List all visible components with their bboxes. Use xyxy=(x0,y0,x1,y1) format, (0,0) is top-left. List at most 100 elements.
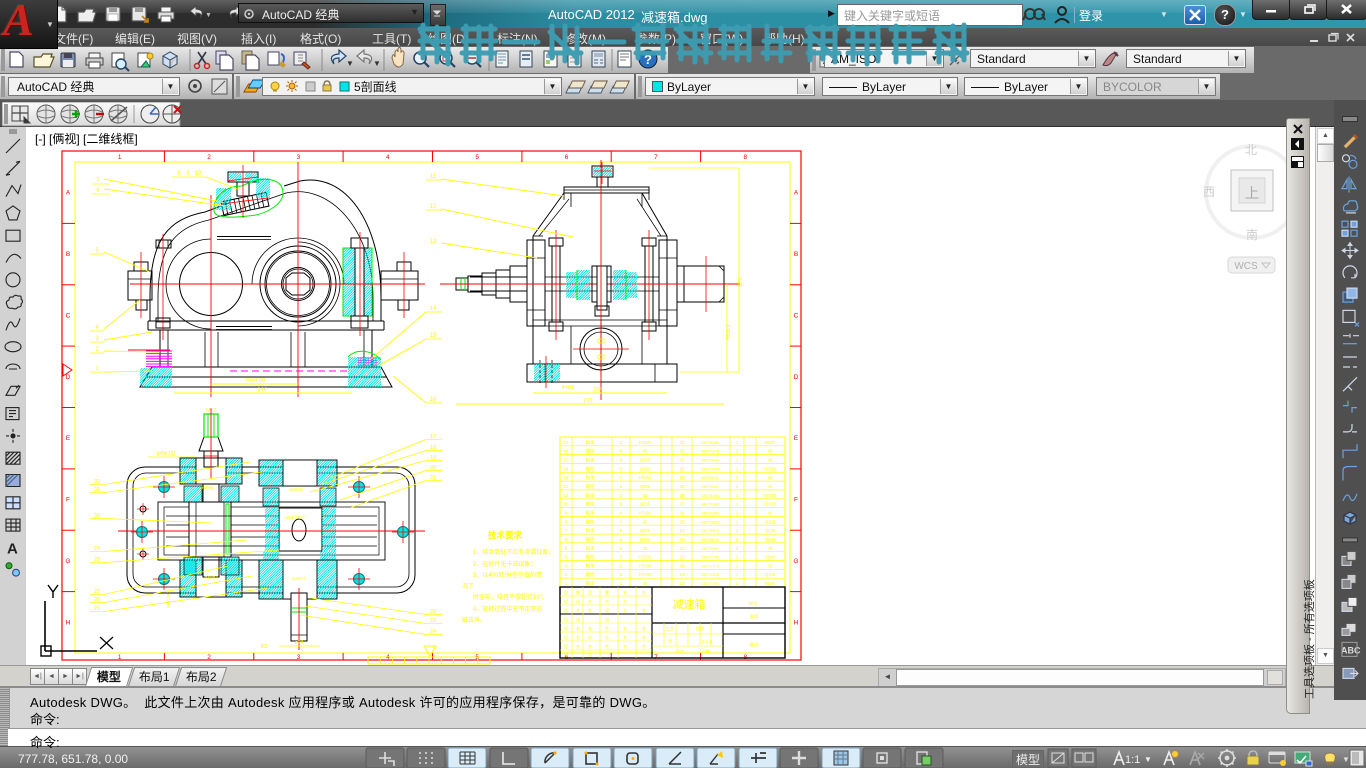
svg-text:7: 7 xyxy=(96,178,100,184)
svg-text:4: 4 xyxy=(565,555,568,560)
svg-text:4: 4 xyxy=(386,154,390,161)
svg-text:HT150: HT150 xyxy=(639,475,652,480)
svg-text:1: 1 xyxy=(620,519,623,524)
svg-text:轴承: 轴承 xyxy=(586,474,595,481)
svg-text:6: 6 xyxy=(565,537,568,542)
svg-text:4×M8: 4×M8 xyxy=(562,385,575,391)
svg-text:GB/T8986: GB/T8986 xyxy=(701,440,720,445)
svg-text:1: 1 xyxy=(736,511,739,516)
svg-text:C: C xyxy=(794,312,799,319)
svg-text:名: 名 xyxy=(576,625,580,631)
svg-text:名: 名 xyxy=(642,589,646,595)
svg-text:GB/T8641: GB/T8641 xyxy=(701,475,720,480)
svg-text:144: 144 xyxy=(257,387,266,393)
svg-text:32: 32 xyxy=(94,479,100,485)
svg-text:G: G xyxy=(793,558,798,565)
svg-text:GB/T4445: GB/T4445 xyxy=(701,572,720,577)
svg-text:轴承: 轴承 xyxy=(586,439,595,446)
svg-text:27: 27 xyxy=(94,589,100,595)
svg-text:8: 8 xyxy=(565,519,568,524)
svg-text:16: 16 xyxy=(563,449,569,454)
svg-text:名: 名 xyxy=(623,598,627,604)
svg-text:HT200: HT200 xyxy=(639,440,652,445)
svg-text:45: 45 xyxy=(643,449,648,454)
svg-text:HT150: HT150 xyxy=(764,466,777,471)
svg-text:符号: 符号 xyxy=(749,600,757,607)
svg-text:2: 2 xyxy=(736,563,739,568)
svg-text:设: 设 xyxy=(564,643,569,650)
svg-text:45: 45 xyxy=(643,493,648,498)
svg-text:17: 17 xyxy=(563,440,569,445)
svg-text:名: 名 xyxy=(605,643,609,649)
svg-text:名: 名 xyxy=(576,589,580,595)
svg-text:30: 30 xyxy=(94,513,100,519)
svg-text:23: 23 xyxy=(430,618,436,624)
svg-text:1: 1 xyxy=(620,440,623,445)
svg-text:8: 8 xyxy=(620,528,623,533)
svg-text:3HC/M12: 3HC/M12 xyxy=(166,588,171,608)
svg-text:Q235: Q235 xyxy=(640,528,651,533)
svg-text:6: 6 xyxy=(620,449,623,454)
svg-text:减速箱: 减速箱 xyxy=(673,597,706,611)
svg-text:轴承: 轴承 xyxy=(586,510,595,517)
svg-text:轴承: 轴承 xyxy=(586,492,595,499)
svg-text:22: 22 xyxy=(679,546,685,551)
svg-text:2: 2 xyxy=(736,546,739,551)
svg-text:▼: ▼ xyxy=(346,59,354,68)
svg-text:▼: ▼ xyxy=(373,59,381,68)
svg-text:F: F xyxy=(66,497,70,504)
svg-text:工艺: 工艺 xyxy=(666,626,674,631)
svg-text:34: 34 xyxy=(679,440,685,445)
svg-text:螺栓: 螺栓 xyxy=(586,501,595,508)
svg-text:WCS: WCS xyxy=(1234,261,1258,272)
svg-text:11: 11 xyxy=(430,174,437,180)
svg-text:1、结合面处不应有渗漏现象；: 1、结合面处不应有渗漏现象； xyxy=(473,548,554,556)
svg-text:螺栓: 螺栓 xyxy=(586,448,595,455)
svg-text:14: 14 xyxy=(430,306,437,312)
svg-text:Q235: Q235 xyxy=(640,502,651,507)
svg-text:8: 8 xyxy=(620,572,623,577)
svg-text:上: 上 xyxy=(1245,185,1259,201)
svg-text:15: 15 xyxy=(563,458,569,463)
svg-text:1:1.5: 1:1.5 xyxy=(702,639,713,645)
svg-text:29: 29 xyxy=(94,546,100,552)
svg-text:2: 2 xyxy=(207,154,211,161)
svg-text:技术要求: 技术要求 xyxy=(488,530,523,540)
svg-text:螺栓: 螺栓 xyxy=(586,571,595,578)
svg-text:6: 6 xyxy=(620,546,623,551)
svg-text:104: 104 xyxy=(593,387,602,393)
svg-text:1: 1 xyxy=(736,493,739,498)
svg-text:名: 名 xyxy=(623,589,627,595)
svg-text:3: 3 xyxy=(297,654,301,661)
svg-text:HT200: HT200 xyxy=(764,502,777,507)
svg-text:3: 3 xyxy=(95,336,99,342)
svg-text:GB/T7991: GB/T7991 xyxy=(701,581,720,586)
svg-text:名: 名 xyxy=(576,634,580,640)
svg-text:23: 23 xyxy=(679,537,685,542)
svg-text:GB/T1143: GB/T1143 xyxy=(701,449,720,454)
svg-text:Q235: Q235 xyxy=(765,519,776,524)
svg-text:设: 设 xyxy=(605,607,610,614)
svg-text:1: 1 xyxy=(565,581,568,586)
svg-text:8: 8 xyxy=(177,171,181,177)
svg-text:33: 33 xyxy=(679,449,685,454)
svg-text:设: 设 xyxy=(564,616,569,623)
svg-text:16: 16 xyxy=(430,397,437,403)
svg-text:6: 6 xyxy=(620,563,623,568)
svg-text:24: 24 xyxy=(679,528,685,533)
svg-text:GB/T7874: GB/T7874 xyxy=(701,466,720,471)
svg-text:HT150: HT150 xyxy=(639,511,652,516)
svg-text:设: 设 xyxy=(564,634,569,641)
svg-text:▼: ▼ xyxy=(1144,755,1152,764)
svg-text:2: 2 xyxy=(736,449,739,454)
svg-text:Q235: Q235 xyxy=(640,458,651,463)
svg-text:H: H xyxy=(794,619,799,626)
svg-text:GB/T2681: GB/T2681 xyxy=(701,484,720,489)
svg-text:1:1: 1:1 xyxy=(1125,754,1140,766)
svg-text:轴承: 轴承 xyxy=(586,527,595,534)
svg-text:螺栓: 螺栓 xyxy=(586,483,595,490)
svg-text:名: 名 xyxy=(605,589,609,595)
svg-text:28: 28 xyxy=(679,493,685,498)
svg-text:名: 名 xyxy=(642,634,646,640)
svg-text:6: 6 xyxy=(565,154,569,161)
